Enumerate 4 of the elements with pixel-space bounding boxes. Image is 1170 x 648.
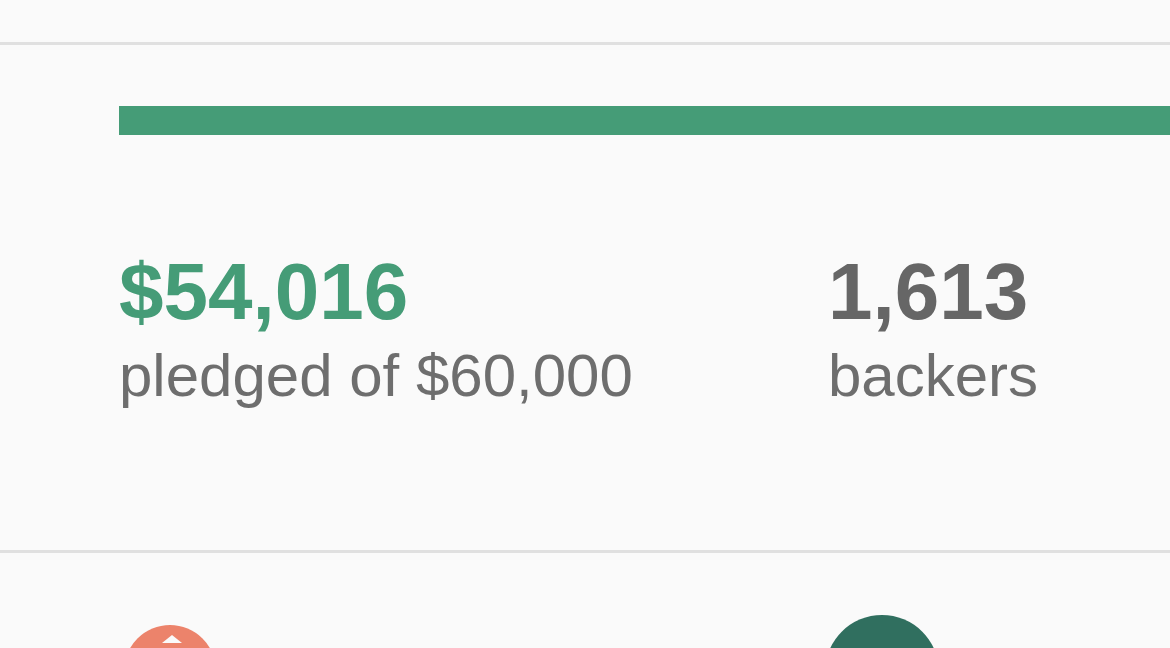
stat-label: pledged of $60,000 xyxy=(119,341,633,411)
stat-value: 1,613 xyxy=(828,247,1029,337)
stat-label: backers xyxy=(828,341,1039,411)
stat-value: $54,016 xyxy=(119,247,409,337)
